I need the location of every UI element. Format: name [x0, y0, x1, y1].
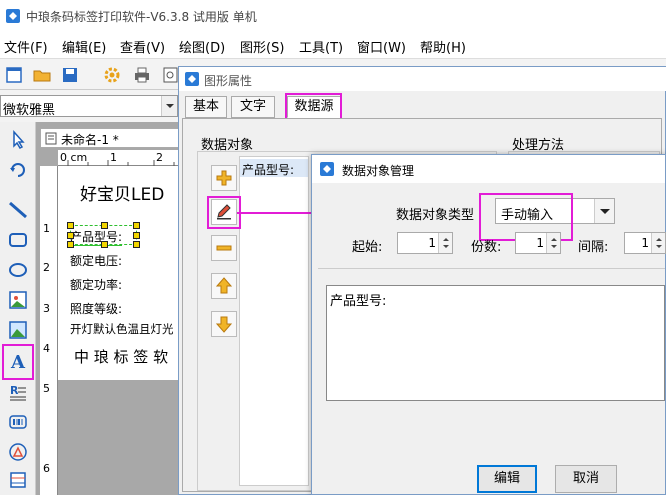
tab-text[interactable]: 文字 — [231, 96, 275, 118]
label-line-rated-voltage[interactable]: 额定电压: — [70, 252, 122, 269]
menu-draw[interactable]: 绘图(D) — [179, 37, 225, 56]
menu-window[interactable]: 窗口(W) — [357, 37, 406, 56]
select-pointer-icon[interactable] — [6, 128, 30, 152]
data-object-item-label: 产品型号: — [242, 163, 295, 177]
divider — [318, 268, 665, 269]
ruler-v-label-2: 2 — [43, 261, 50, 274]
label-line-rated-power[interactable]: 额定功率: — [70, 276, 122, 293]
ellipse-tool-icon[interactable] — [6, 258, 30, 282]
arrow-up-icon — [215, 277, 233, 294]
app-logo-icon — [6, 9, 20, 23]
data-objects-list[interactable]: 产品型号: — [239, 156, 309, 486]
edit-button[interactable]: 编辑 — [477, 465, 537, 493]
shape-properties-title: 图形属性 — [204, 74, 253, 88]
copies-stepper[interactable]: 1 — [515, 232, 561, 254]
label-page[interactable]: 好宝贝LED 产品型号: 额定电压: 额定功率: 照度等级: 开灯默认色温且灯光… — [58, 166, 186, 380]
document-tab[interactable]: 未命名-1 * — [40, 128, 180, 148]
rich-text-tool-icon[interactable]: R — [6, 380, 30, 404]
list-item[interactable]: 产品型号: — [240, 159, 308, 177]
svg-text:R: R — [10, 384, 19, 397]
menu-view[interactable]: 查看(V) — [120, 37, 165, 56]
dialog-logo-icon — [320, 162, 334, 176]
document-icon — [45, 132, 57, 145]
picture-tool-icon[interactable] — [6, 318, 30, 342]
new-file-icon[interactable] — [5, 66, 23, 84]
save-icon[interactable] — [61, 66, 79, 84]
rotate-icon[interactable] — [6, 158, 30, 182]
arrow-down-icon — [215, 316, 233, 333]
font-family-select[interactable]: 微软雅黑 — [0, 95, 178, 118]
interval-label: 间隔: — [578, 240, 609, 255]
selection-handles[interactable] — [67, 222, 140, 248]
ruler-v-label-1: 1 — [43, 222, 50, 235]
text-tool-highlight — [2, 344, 34, 380]
ruler-v-label-4: 4 — [43, 342, 50, 355]
ruler-v-label-6: 6 — [43, 462, 50, 475]
tab-basic[interactable]: 基本 — [185, 96, 227, 118]
datasource-tab-highlight — [285, 93, 342, 121]
chevron-down-icon[interactable] — [161, 96, 177, 116]
copies-label: 份数: — [471, 240, 502, 255]
object-type-label: 数据对象类型 — [396, 208, 475, 223]
triangle-tool-icon[interactable] — [6, 440, 30, 464]
menu-edit[interactable]: 编辑(E) — [62, 37, 106, 56]
cancel-button[interactable]: 取消 — [555, 465, 617, 493]
label-line-illuminance[interactable]: 照度等级: — [70, 300, 122, 317]
tool-palette: A R — [0, 122, 36, 495]
ruler-v-label-3: 3 — [43, 302, 50, 315]
font-family-value: 微软雅黑 — [3, 103, 56, 118]
settings-gear-icon[interactable] — [103, 66, 121, 84]
horizontal-ruler: 0 cm 1 2 — [58, 150, 188, 166]
start-value: 1 — [428, 236, 436, 250]
add-object-button[interactable] — [211, 165, 237, 191]
start-stepper[interactable]: 1 — [397, 232, 453, 254]
menu-help[interactable]: 帮助(H) — [420, 37, 466, 56]
spinner-arrows-icon[interactable] — [546, 233, 560, 253]
barcode-tool-icon[interactable] — [6, 410, 30, 434]
remove-object-button[interactable] — [211, 235, 237, 261]
label-line-color-temp[interactable]: 开灯默认色温且灯光 — [70, 321, 174, 337]
spinner-arrows-icon[interactable] — [651, 233, 665, 253]
image-tool-icon[interactable] — [6, 288, 30, 312]
move-down-button[interactable] — [211, 311, 237, 337]
label-brand-text[interactable]: 中 琅 标 签 软 — [74, 346, 168, 367]
document-tab-label: 未命名-1 * — [61, 133, 119, 147]
menu-bar: 文件(F) 编辑(E) 查看(V) 绘图(D) 图形(S) 工具(T) 窗口(W… — [0, 32, 666, 58]
ruler-v-label-5: 5 — [43, 382, 50, 395]
app-titlebar: 中琅条码标签打印软件-V6.3.8 试用版 单机 — [0, 0, 666, 32]
data-object-manager-dialog: 数据对象管理 数据对象类型 手动输入 起始: 1 份数: 1 间隔: 1 产品型… — [311, 154, 666, 495]
data-object-manager-title: 数据对象管理 — [342, 164, 415, 178]
data-object-manager-titlebar: 数据对象管理 — [312, 155, 665, 183]
label-title-text[interactable]: 好宝贝LED — [80, 180, 164, 205]
copies-value: 1 — [536, 236, 544, 250]
print-icon[interactable] — [133, 66, 151, 84]
chevron-down-icon[interactable] — [594, 199, 614, 223]
line-tool-icon[interactable] — [6, 198, 30, 222]
start-label: 起始: — [352, 240, 383, 255]
move-up-button[interactable] — [211, 273, 237, 299]
plus-icon — [216, 170, 232, 186]
menu-file[interactable]: 文件(F) — [4, 37, 48, 56]
shape-properties-titlebar: 图形属性 — [179, 67, 666, 91]
menu-shape[interactable]: 图形(S) — [240, 37, 284, 56]
content-textarea[interactable]: 产品型号: — [326, 285, 665, 401]
interval-value: 1 — [641, 236, 649, 250]
interval-stepper[interactable]: 1 — [624, 232, 666, 254]
content-text: 产品型号: — [330, 294, 387, 309]
rectangle-tool-icon[interactable] — [6, 228, 30, 252]
menu-tools[interactable]: 工具(T) — [299, 37, 343, 56]
vertical-ruler: 1 2 3 4 5 6 — [40, 166, 58, 495]
open-folder-icon[interactable] — [33, 66, 51, 84]
dialog-logo-icon — [185, 72, 199, 86]
spinner-arrows-icon[interactable] — [438, 233, 452, 253]
minus-icon — [216, 245, 232, 251]
edit-button-highlight — [207, 196, 241, 229]
app-title: 中琅条码标签打印软件-V6.3.8 试用版 单机 — [26, 10, 257, 24]
table-tool-icon[interactable] — [6, 468, 30, 492]
